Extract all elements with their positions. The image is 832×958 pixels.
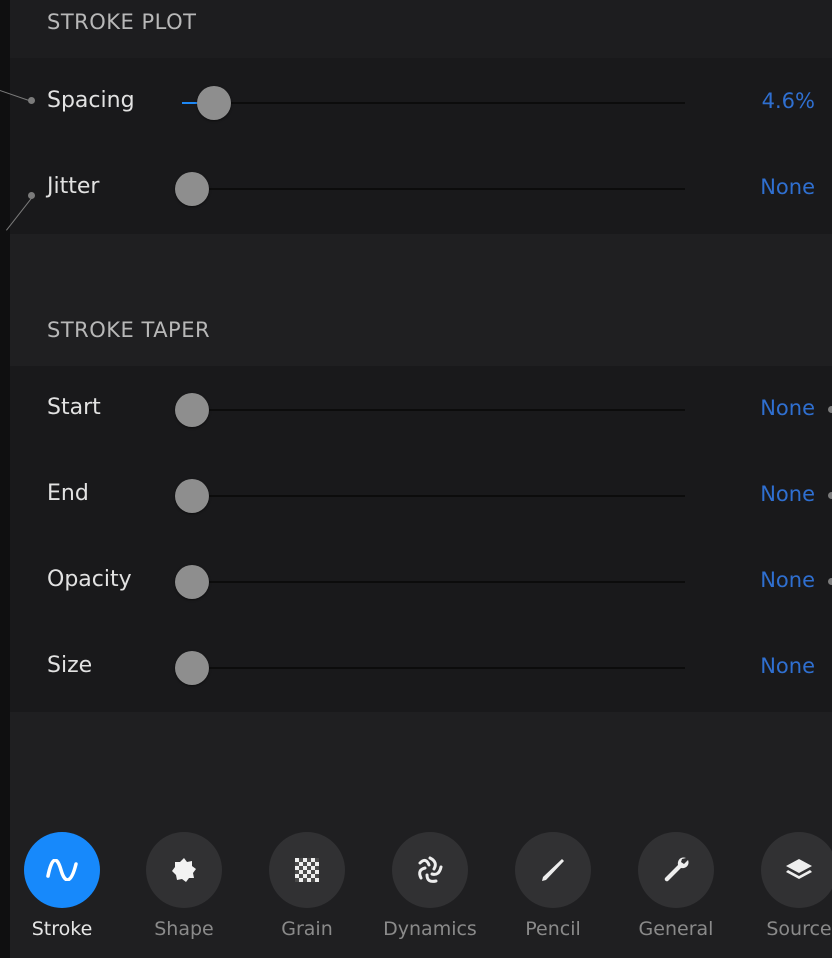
end-edge-marker xyxy=(828,492,832,499)
tab-pencil[interactable]: Pencil xyxy=(493,832,613,940)
jitter-row: Jitter None xyxy=(10,146,832,232)
pencil-icon xyxy=(542,859,564,881)
shape-blob-icon xyxy=(172,858,196,882)
end-label: End xyxy=(47,481,89,506)
brush-category-tabbar: Stroke Shape Grain Dynamics Pencil Gener… xyxy=(10,810,832,958)
start-slider-handle[interactable] xyxy=(175,393,209,427)
dynamics-swirl-icon xyxy=(418,856,443,883)
tab-stroke[interactable]: Stroke xyxy=(2,832,122,940)
tab-general[interactable]: General xyxy=(616,832,736,940)
grain-tab-button[interactable] xyxy=(269,832,345,908)
shape-tab-button[interactable] xyxy=(146,832,222,908)
end-row: End None xyxy=(10,453,832,539)
stroke-plot-header: STROKE PLOT xyxy=(10,0,832,58)
spacing-slider-handle[interactable] xyxy=(197,86,231,120)
tab-source[interactable]: Source xyxy=(739,832,832,940)
brush-settings-panel: STROKE PLOT Spacing 4.6% Jitter None STR… xyxy=(10,0,832,958)
opacity-row: Opacity None xyxy=(10,539,832,625)
tab-grain[interactable]: Grain xyxy=(247,832,367,940)
start-edge-marker xyxy=(828,406,832,413)
dynamics-tab-button[interactable] xyxy=(392,832,468,908)
size-slider-handle[interactable] xyxy=(175,651,209,685)
spacing-row: Spacing 4.6% xyxy=(10,60,832,146)
opacity-label: Opacity xyxy=(47,567,132,592)
opacity-slider-handle[interactable] xyxy=(175,565,209,599)
tab-dynamics[interactable]: Dynamics xyxy=(370,832,490,940)
jitter-slider-handle[interactable] xyxy=(175,172,209,206)
general-tab-button[interactable] xyxy=(638,832,714,908)
size-slider[interactable] xyxy=(175,651,685,685)
stroke-tab-button[interactable] xyxy=(24,832,100,908)
source-tab-button[interactable] xyxy=(761,832,832,908)
start-row: Start None xyxy=(10,367,832,453)
tab-dynamics-label: Dynamics xyxy=(383,918,477,940)
stroke-wave-icon xyxy=(46,859,78,881)
jitter-label: Jitter xyxy=(47,174,100,199)
opacity-edge-marker xyxy=(828,578,832,585)
opacity-value[interactable]: None xyxy=(760,568,815,592)
grain-texture-icon xyxy=(295,858,319,882)
layers-icon xyxy=(786,859,812,879)
spacing-callout-dot xyxy=(28,97,35,104)
jitter-callout-dot xyxy=(28,192,35,199)
stroke-taper-header: STROKE TAPER xyxy=(10,234,832,366)
stroke-plot-title: STROKE PLOT xyxy=(47,10,197,34)
start-slider[interactable] xyxy=(175,393,685,427)
end-value[interactable]: None xyxy=(760,482,815,506)
tab-shape[interactable]: Shape xyxy=(124,832,244,940)
tab-grain-label: Grain xyxy=(281,918,333,940)
tab-source-label: Source xyxy=(766,918,832,940)
tab-stroke-label: Stroke xyxy=(31,918,93,940)
tab-shape-label: Shape xyxy=(154,918,214,940)
start-value[interactable]: None xyxy=(760,396,815,420)
pencil-tab-button[interactable] xyxy=(515,832,591,908)
spacing-label: Spacing xyxy=(47,88,135,113)
tab-pencil-label: Pencil xyxy=(525,918,581,940)
size-row: Size None xyxy=(10,625,832,711)
end-slider-handle[interactable] xyxy=(175,479,209,513)
wrench-icon xyxy=(664,857,689,882)
spacing-value[interactable]: 4.6% xyxy=(762,89,815,113)
size-value[interactable]: None xyxy=(760,654,815,678)
tab-general-label: General xyxy=(638,918,714,940)
opacity-slider[interactable] xyxy=(175,565,685,599)
start-label: Start xyxy=(47,395,101,420)
size-label: Size xyxy=(47,653,93,678)
stroke-taper-group: Start None End None Opacity None Size No… xyxy=(10,366,832,712)
jitter-slider[interactable] xyxy=(175,172,685,206)
end-slider[interactable] xyxy=(175,479,685,513)
jitter-value[interactable]: None xyxy=(760,175,815,199)
stroke-plot-group: Spacing 4.6% Jitter None xyxy=(10,58,832,234)
stroke-taper-title: STROKE TAPER xyxy=(47,318,211,342)
spacing-slider[interactable] xyxy=(182,86,685,120)
